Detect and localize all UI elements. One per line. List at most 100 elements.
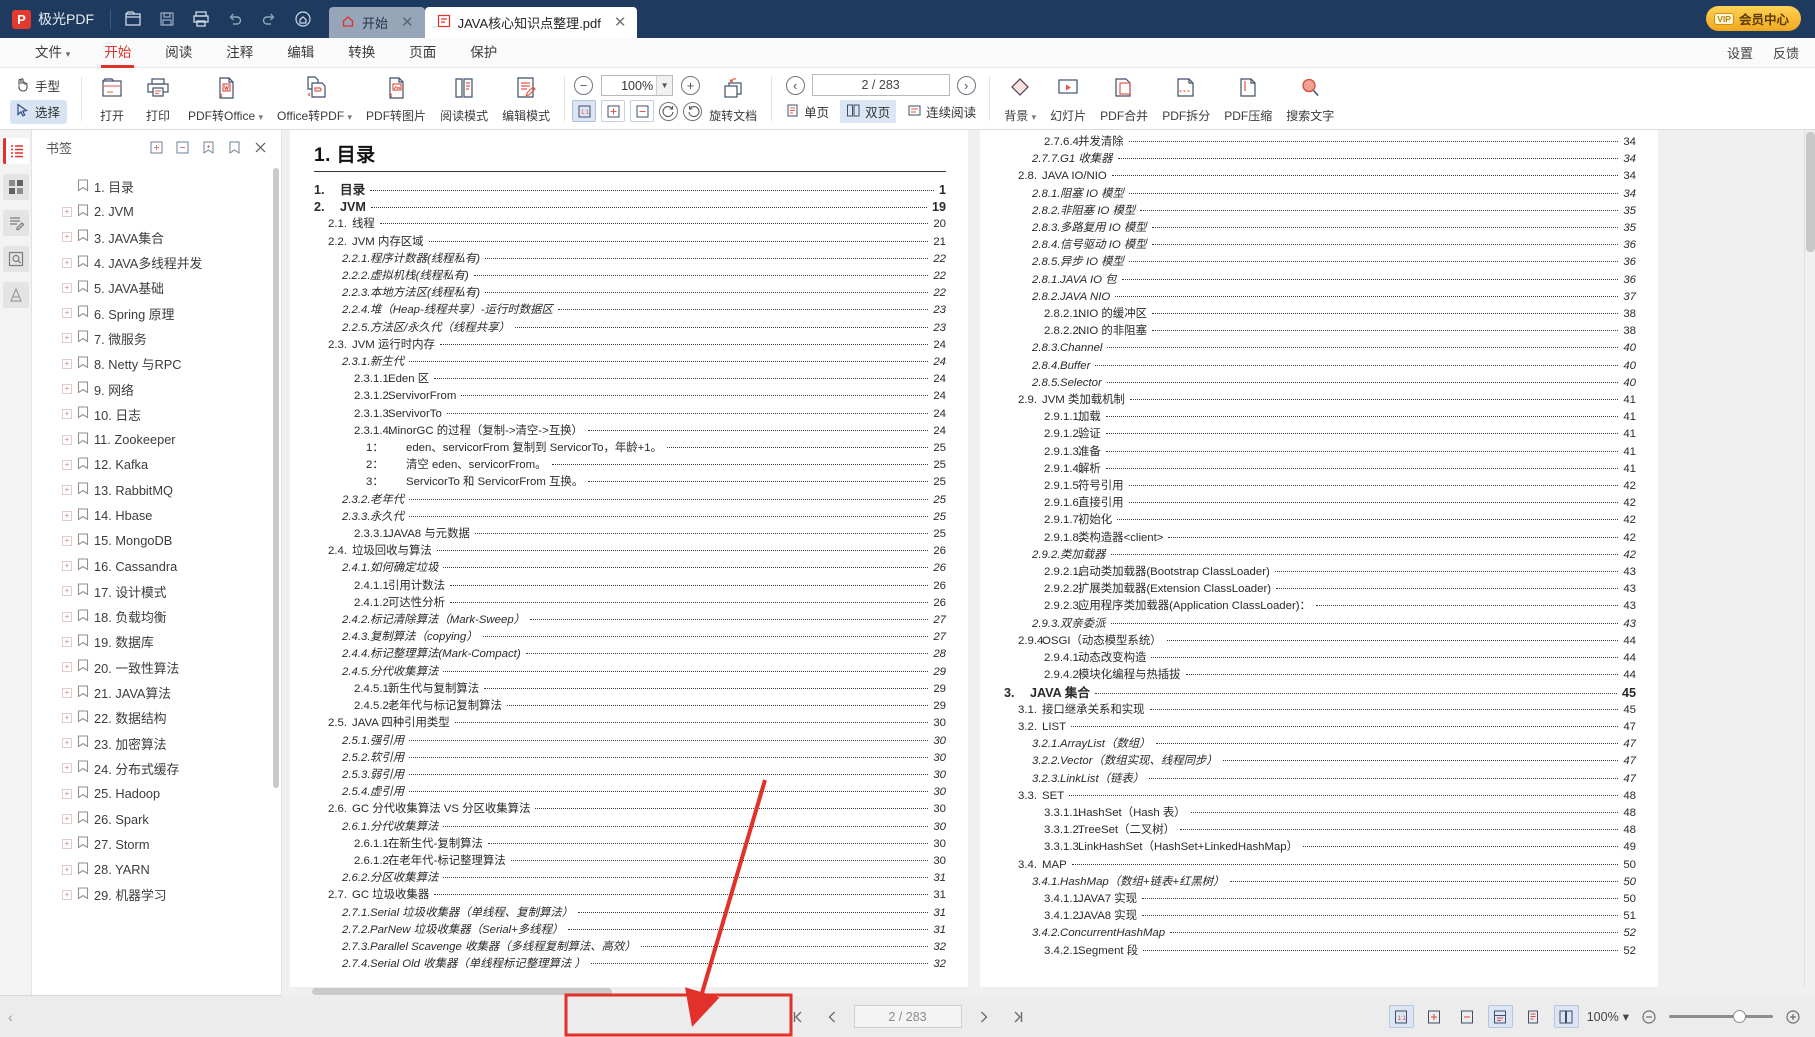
expand-toggle-icon[interactable]: + [62,333,72,344]
toc-entry[interactable]: 2.8.3. 多路复用 IO 模型 35 [1004,220,1636,237]
toc-entry[interactable]: 3.3.1.3. LinkHashSet（HashSet+LinkedHashMa… [1004,839,1636,856]
close-panel-icon[interactable] [247,135,273,159]
bookmark-item[interactable]: +27. Storm [32,832,281,857]
bookmark-item[interactable]: +11. Zookeeper [32,427,281,452]
bookmark-item[interactable]: +23. 加密算法 [32,731,281,756]
scrollbar-thumb[interactable] [1806,132,1815,252]
toc-entry[interactable]: 3.4.1.2. JAVA8 实现 51 [1004,908,1636,925]
continuous-view-icon[interactable] [1487,1005,1513,1028]
bookmark-item[interactable]: +9. 网络 [32,376,281,401]
page-indicator[interactable]: 2 / 283 [853,1005,962,1028]
menu-item-protect[interactable]: 保护 [453,38,514,68]
toc-entry[interactable]: 2.5.3. 弱引用 30 [314,767,946,784]
toc-entry[interactable]: 2.2.4. 堆（Heap-线程共享）-运行时数据区 23 [314,302,946,319]
pdf-compress-button[interactable]: PDF压缩 [1217,71,1279,127]
panel-collapse-icon[interactable]: ‹ [8,1009,13,1025]
document-page-left[interactable]: 1. 目录 1. 目录 1 2. JVM 19 2.1. 线程 20 2.2. JVM 内存区域 21… [290,130,968,995]
bookmark-item[interactable]: +21. JAVA算法 [32,680,281,705]
rotate-right-icon[interactable] [683,101,703,121]
bookmark-item[interactable]: +7. 微服务 [32,326,281,351]
toc-entry[interactable]: 2.9.1.5. 符号引用 42 [1004,478,1636,495]
fit-page-icon[interactable] [601,100,626,122]
toc-entry[interactable]: 2.2.3. 本地方法区(线程私有) 22 [314,285,946,302]
toc-entry[interactable]: 2.7.4. Serial Old 收集器（单线程标记整理算法 ） 32 [314,956,946,973]
menu-item-read[interactable]: 阅读 [148,38,209,68]
toc-entry[interactable]: 2.7. GC 垃圾收集器 31 [314,887,946,904]
bookmark-item[interactable]: 1. 目录 [32,174,281,199]
expand-toggle-icon[interactable]: + [62,788,72,799]
rotate-document-button[interactable]: 旋转文档 [702,71,764,127]
toc-entry[interactable]: 3.2.2. Vector（数组实现、线程同步） 47 [1004,753,1636,770]
signature-rail-icon[interactable] [2,282,29,308]
toc-entry[interactable]: 2.2. JVM 内存区域 21 [314,234,946,251]
open-button[interactable]: 打开 [89,71,135,127]
toc-entry[interactable]: 3.3. SET 48 [1004,788,1636,805]
document-vertical-scrollbar[interactable] [1804,130,1815,995]
office-to-pdf-button[interactable]: Office转PDF ▾ [270,71,359,127]
toc-entry[interactable]: 2.7.2. ParNew 垃圾收集器（Serial+多线程） 31 [314,922,946,939]
bookmark-item[interactable]: +19. 数据库 [32,629,281,654]
zoom-out-button[interactable] [1637,1005,1661,1029]
page-number-input[interactable]: 2 / 283 [811,74,950,96]
thumbnails-rail-icon[interactable] [2,174,29,200]
toc-entry[interactable]: 2.6.1.1. 在新生代-复制算法 30 [314,836,946,853]
background-button[interactable]: 背景 ▾ [997,71,1043,127]
last-page-button[interactable] [1006,1005,1030,1029]
select-tool-button[interactable]: 选择 [10,99,68,124]
zoom-slider-knob[interactable] [1733,1010,1746,1023]
read-mode-button[interactable]: 阅读模式 [433,71,495,127]
bookmark-item[interactable]: +18. 负载均衡 [32,604,281,629]
expand-toggle-icon[interactable]: + [62,434,72,445]
menu-item-edit[interactable]: 编辑 [270,38,331,68]
toc-entry[interactable]: 2.6.1.2. 在老年代-标记整理算法 30 [314,853,946,870]
expand-toggle-icon[interactable]: + [62,409,72,420]
tab-home-close-icon[interactable]: ✕ [395,15,414,30]
tab-home[interactable]: 开始 ✕ [329,7,425,38]
bookmarks-rail-icon[interactable] [2,138,29,164]
bookmark-item[interactable]: +10. 日志 [32,402,281,427]
save-icon[interactable] [151,4,183,34]
toc-entry[interactable]: 2.8.4. 信号驱动 IO 模型 36 [1004,237,1636,254]
bookmark-item[interactable]: +22. 数据结构 [32,705,281,730]
previous-page-button[interactable]: ‹ [785,75,805,95]
toc-entry[interactable]: 3. JAVA 集合 45 [1004,685,1636,702]
toc-entry[interactable]: 2.3.1.2. ServivorFrom 24 [314,388,946,405]
toc-entry[interactable]: 2.3.3. 永久代 25 [314,509,946,526]
toc-entry[interactable]: 2.6. GC 分代收集算法 VS 分区收集算法 30 [314,801,946,818]
toc-entry[interactable]: 2.9.2. 类加载器 42 [1004,547,1636,564]
settings-link[interactable]: 设置 [1727,43,1753,62]
bookmark-item[interactable]: +25. Hadoop [32,781,281,806]
bookmark-item[interactable]: +4. JAVA多线程并发 [32,250,281,275]
toc-entry[interactable]: 2.3.3.1. JAVA8 与元数据 25 [314,526,946,543]
toc-entry[interactable]: 2.4.4. 标记整理算法(Mark-Compact) 28 [314,646,946,663]
bookmarks-list[interactable]: 1. 目录 +2. JVM +3. JAVA集合 +4. JAVA多线程并发 +5. J… [32,164,281,995]
toc-entry[interactable]: 2.9.2.2. 扩展类加载器(Extension ClassLoader) 43 [1004,581,1636,598]
redo-icon[interactable] [253,4,285,34]
rotate-left-icon[interactable] [659,101,679,121]
bookmark-item[interactable]: +17. 设计模式 [32,579,281,604]
toc-entry[interactable]: 2.7.3. Parallel Scavenge 收集器（多线程复制算法、高效） 3… [314,939,946,956]
bookmarks-scrollbar[interactable] [273,168,279,788]
fit-width-icon[interactable] [630,100,655,122]
expand-toggle-icon[interactable]: + [62,738,72,749]
prev-page-button[interactable] [820,1005,844,1029]
toc-entry[interactable]: 2.8.2.1. NIO 的缓冲区 38 [1004,306,1636,323]
toc-entry[interactable]: 3.4.2. ConcurrentHashMap 52 [1004,925,1636,942]
toc-entry[interactable]: 2.4. 垃圾回收与算法 26 [314,543,946,560]
menu-item-start[interactable]: 开始 [87,38,148,68]
toc-entry[interactable]: 2.8.5. Selector 40 [1004,375,1636,392]
toc-entry[interactable]: 2.8.3. Channel 40 [1004,340,1636,357]
expand-toggle-icon[interactable]: + [62,662,72,673]
document-viewer[interactable]: 1. 目录 1. 目录 1 2. JVM 19 2.1. 线程 20 2.2. JVM 内存区域 21… [282,130,1815,995]
zoom-level-dropdown[interactable]: 100% ▾ [1587,1009,1629,1025]
toc-entry[interactable]: 2.8.2. 非阻塞 IO 模型 35 [1004,203,1636,220]
toc-entry[interactable]: 3.4.1.1. JAVA7 实现 50 [1004,891,1636,908]
expand-toggle-icon[interactable]: + [62,232,72,243]
toc-entry[interactable]: 2.8. JAVA IO/NIO 34 [1004,168,1636,185]
zoom-level-input[interactable]: 100% ▼ [601,75,674,96]
toc-entry[interactable]: 1. 目录 1 [314,182,946,199]
toc-entry[interactable]: 2.9.1.3. 准备 41 [1004,444,1636,461]
bookmark-item[interactable]: +15. MongoDB [32,528,281,553]
zoom-out-button[interactable]: − [574,76,594,95]
toc-entry[interactable]: 2.9.2.1. 启动类加载器(Bootstrap ClassLoader) 43 [1004,564,1636,581]
